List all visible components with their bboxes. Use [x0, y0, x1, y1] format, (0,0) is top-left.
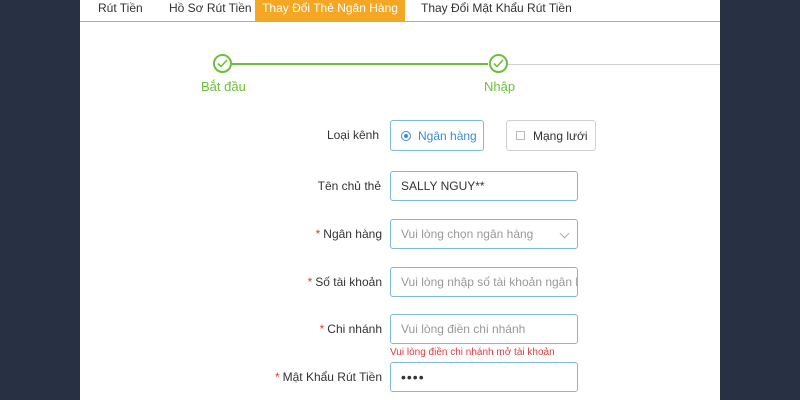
- branch-label: * Chi nhánh: [320, 322, 382, 336]
- required-mark: *: [274, 370, 280, 384]
- branch-error-message: Vui lòng điền chi nhánh mở tài khoản: [390, 347, 555, 358]
- tab-change-withdraw-password[interactable]: Thay Đổi Mật Khẩu Rút Tiền: [421, 0, 572, 21]
- tab-withdraw-history[interactable]: Hồ Sơ Rút Tiền: [169, 0, 252, 21]
- account-label: * Số tài khoản: [308, 275, 382, 289]
- step-line-complete: [232, 63, 488, 65]
- step-1-label: Bắt đầu: [201, 79, 246, 94]
- account-number-input[interactable]: Vui lòng nhập số tài khoản ngân hà: [390, 267, 578, 297]
- password-label: * Mật Khẩu Rút Tiền: [275, 370, 382, 384]
- password-label-text: Mật Khẩu Rút Tiền: [282, 370, 382, 384]
- branch-input[interactable]: Vui lòng điền chi nhánh: [390, 314, 578, 344]
- checkbox-icon: [516, 131, 525, 140]
- holder-name-field[interactable]: SALLY NGUY**: [390, 171, 578, 201]
- tab-bar: Rút Tiền Hồ Sơ Rút Tiền Thay Đổi Thẻ Ngâ…: [80, 0, 720, 22]
- holder-name-value: SALLY NGUY**: [401, 179, 485, 193]
- channel-option-bank-label: Ngân hàng: [418, 128, 477, 143]
- required-mark: *: [319, 322, 325, 336]
- channel-option-bank[interactable]: Ngân hàng: [390, 120, 484, 151]
- channel-option-network[interactable]: Mạng lưới: [506, 120, 596, 151]
- branch-placeholder: Vui lòng điền chi nhánh: [401, 322, 526, 336]
- chevron-down-icon: [559, 228, 570, 239]
- tab-withdraw[interactable]: Rút Tiền: [98, 0, 143, 21]
- holder-label: Tên chủ thẻ: [317, 179, 381, 193]
- bank-label-text: Ngân hàng: [323, 227, 382, 241]
- bank-select-placeholder: Vui lòng chọn ngân hàng: [401, 227, 534, 241]
- channel-label: Loại kênh: [326, 128, 379, 142]
- step-2-label: Nhập: [484, 79, 516, 94]
- password-masked-value: ••••: [401, 369, 425, 385]
- step-2-check-icon: [489, 54, 508, 73]
- channel-option-network-label: Mạng lưới: [533, 128, 588, 143]
- step-1-check-icon: [213, 54, 232, 73]
- required-mark: *: [315, 227, 321, 241]
- withdraw-password-input[interactable]: ••••: [390, 362, 578, 392]
- tab-change-bank-card[interactable]: Thay Đổi Thẻ Ngân Hàng: [255, 0, 405, 21]
- withdraw-panel: Rút Tiền Hồ Sơ Rút Tiền Thay Đổi Thẻ Ngâ…: [80, 0, 720, 400]
- radio-selected-icon: [401, 130, 411, 141]
- bank-label: * Ngân hàng: [316, 227, 382, 241]
- branch-label-text: Chi nhánh: [327, 322, 382, 336]
- account-number-placeholder: Vui lòng nhập số tài khoản ngân hà: [401, 275, 578, 289]
- step-line-pending: [508, 64, 720, 65]
- bank-select[interactable]: Vui lòng chọn ngân hàng: [390, 219, 578, 249]
- account-label-text: Số tài khoản: [315, 275, 382, 289]
- required-mark: *: [307, 275, 313, 289]
